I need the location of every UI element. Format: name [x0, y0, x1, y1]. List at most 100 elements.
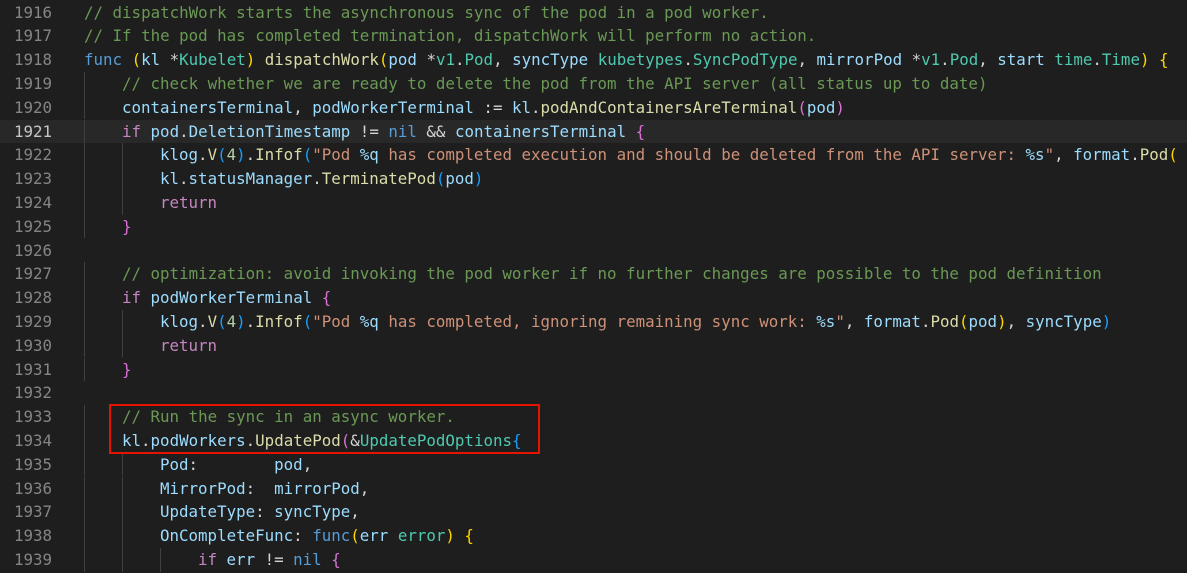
code-token: ": [835, 311, 845, 331]
line-number: 1939: [13, 549, 52, 569]
code-line[interactable]: 1924 return: [0, 190, 1187, 215]
code-token: %q: [359, 145, 379, 165]
code-line[interactable]: 1935 Pod: pod,: [0, 452, 1187, 477]
code-line[interactable]: 1932: [0, 381, 1187, 405]
code-token: if: [122, 121, 142, 141]
indent-guide: [122, 143, 123, 168]
code-token: %q: [359, 311, 379, 331]
code-token: time: [1054, 50, 1093, 70]
indent-guide: [84, 309, 85, 334]
code-line[interactable]: 1919 // check whether we are ready to del…: [0, 71, 1187, 96]
code-token: !=: [255, 549, 294, 569]
code-token: ): [835, 97, 845, 117]
code-token: !=: [350, 121, 389, 141]
code-token: Pod: [1139, 145, 1169, 165]
code-line[interactable]: 1930 return: [0, 333, 1187, 358]
indent-guide: [84, 143, 85, 168]
code-token: .: [245, 311, 256, 331]
code-text: MirrorPod: mirrorPod,: [160, 477, 369, 501]
code-line[interactable]: 1921 if pod.DeletionTimestamp != nil && c…: [0, 119, 1187, 144]
code-line[interactable]: 1928 if podWorkerTerminal {: [0, 286, 1187, 310]
code-line[interactable]: 1925}: [0, 214, 1187, 239]
code-token: v1: [921, 50, 941, 70]
code-text: Pod: pod,: [160, 453, 312, 477]
indent-guide: [84, 286, 85, 310]
code-token: func: [84, 50, 123, 70]
code-line[interactable]: 1926: [0, 239, 1187, 263]
code-token: start: [997, 50, 1045, 70]
code-line[interactable]: 1918 func (kl *Kubelet) dispatchWork(pod …: [0, 48, 1187, 72]
code-text: }: [122, 215, 132, 239]
code-line[interactable]: 1936 MirrorPod: mirrorPod,: [0, 476, 1187, 501]
line-number: 1932: [13, 383, 52, 403]
code-token: 4: [226, 311, 237, 331]
code-token: ): [1101, 311, 1112, 331]
code-token: Infof: [255, 145, 303, 165]
code-text: OnCompleteFunc: func(err error) {: [160, 524, 474, 548]
code-token: :: [245, 478, 275, 498]
code-token: .: [312, 169, 322, 189]
indent-guide: [122, 524, 123, 548]
code-token: // dispatchWork starts the asynchronous …: [84, 2, 769, 22]
code-token: (: [217, 311, 227, 331]
indent-guide: [122, 190, 123, 215]
code-token: kl: [141, 50, 161, 70]
code-token: .: [531, 97, 541, 117]
code-token: pod: [445, 169, 474, 189]
code-token: pod: [150, 121, 180, 141]
code-token: err: [226, 549, 256, 569]
code-line[interactable]: 1939 if err != nil {: [0, 547, 1187, 572]
code-text: if pod.DeletionTimestamp != nil && conta…: [122, 120, 645, 144]
line-number: 1923: [13, 169, 52, 189]
line-number: 1919: [13, 73, 52, 93]
line-number: 1926: [13, 240, 52, 260]
code-token: kl: [160, 169, 180, 189]
code-token: pod: [274, 454, 303, 474]
line-number: 1916: [13, 2, 52, 22]
code-token: ,: [302, 454, 313, 474]
code-token: .: [245, 145, 256, 165]
code-token: podWorkerTerminal: [150, 288, 313, 308]
code-editor[interactable]: 1916 // dispatchWork starts the asynchron…: [0, 0, 1187, 573]
indent-guide: [84, 95, 85, 120]
code-token: ,: [844, 311, 864, 331]
code-line[interactable]: 1938 OnCompleteFunc: func(err error) {: [0, 524, 1187, 548]
code-line[interactable]: 1937 UpdateType: syncType,: [0, 500, 1187, 525]
indent-guide: [122, 500, 123, 525]
code-token: *: [160, 50, 180, 70]
line-number: 1920: [13, 97, 52, 117]
code-token: ): [473, 169, 484, 189]
line-number: 1922: [13, 145, 52, 165]
code-line[interactable]: 1922 klog.V(4).Infof("Pod %q has complete…: [0, 143, 1187, 168]
code-line[interactable]: 1929 klog.V(4).Infof("Pod %q has complete…: [0, 309, 1187, 334]
code-token: syncType: [274, 502, 351, 522]
code-token: :=: [473, 97, 512, 117]
code-token: .: [940, 50, 950, 70]
code-line[interactable]: 1920 containersTerminal, podWorkerTermina…: [0, 95, 1187, 120]
code-token: TerminatePod: [321, 169, 436, 189]
code-line[interactable]: 1916 // dispatchWork starts the asynchron…: [0, 1, 1187, 25]
code-token: (: [302, 311, 313, 331]
code-line[interactable]: 1917 // If the pod has completed terminat…: [0, 24, 1187, 48]
code-text: containersTerminal, podWorkerTerminal :=…: [122, 96, 845, 120]
code-line[interactable]: 1927 // optimization: avoid invoking the …: [0, 262, 1187, 287]
line-number: 1918: [13, 50, 52, 70]
code-line[interactable]: 1923 kl.statusManager.TerminatePod(pod): [0, 167, 1187, 191]
line-number: 1933: [13, 407, 52, 427]
code-token: Kubelet: [179, 50, 246, 70]
code-line[interactable]: 1931}: [0, 357, 1187, 382]
code-token: pod: [806, 97, 836, 117]
indent-guide: [84, 333, 85, 358]
indent-guide: [84, 500, 85, 525]
indent-guide: [122, 547, 123, 572]
code-token: .: [1092, 50, 1102, 70]
indent-guide: [122, 452, 123, 477]
code-token: ): [236, 311, 246, 331]
code-token: .: [198, 311, 208, 331]
code-token: if: [198, 549, 218, 569]
